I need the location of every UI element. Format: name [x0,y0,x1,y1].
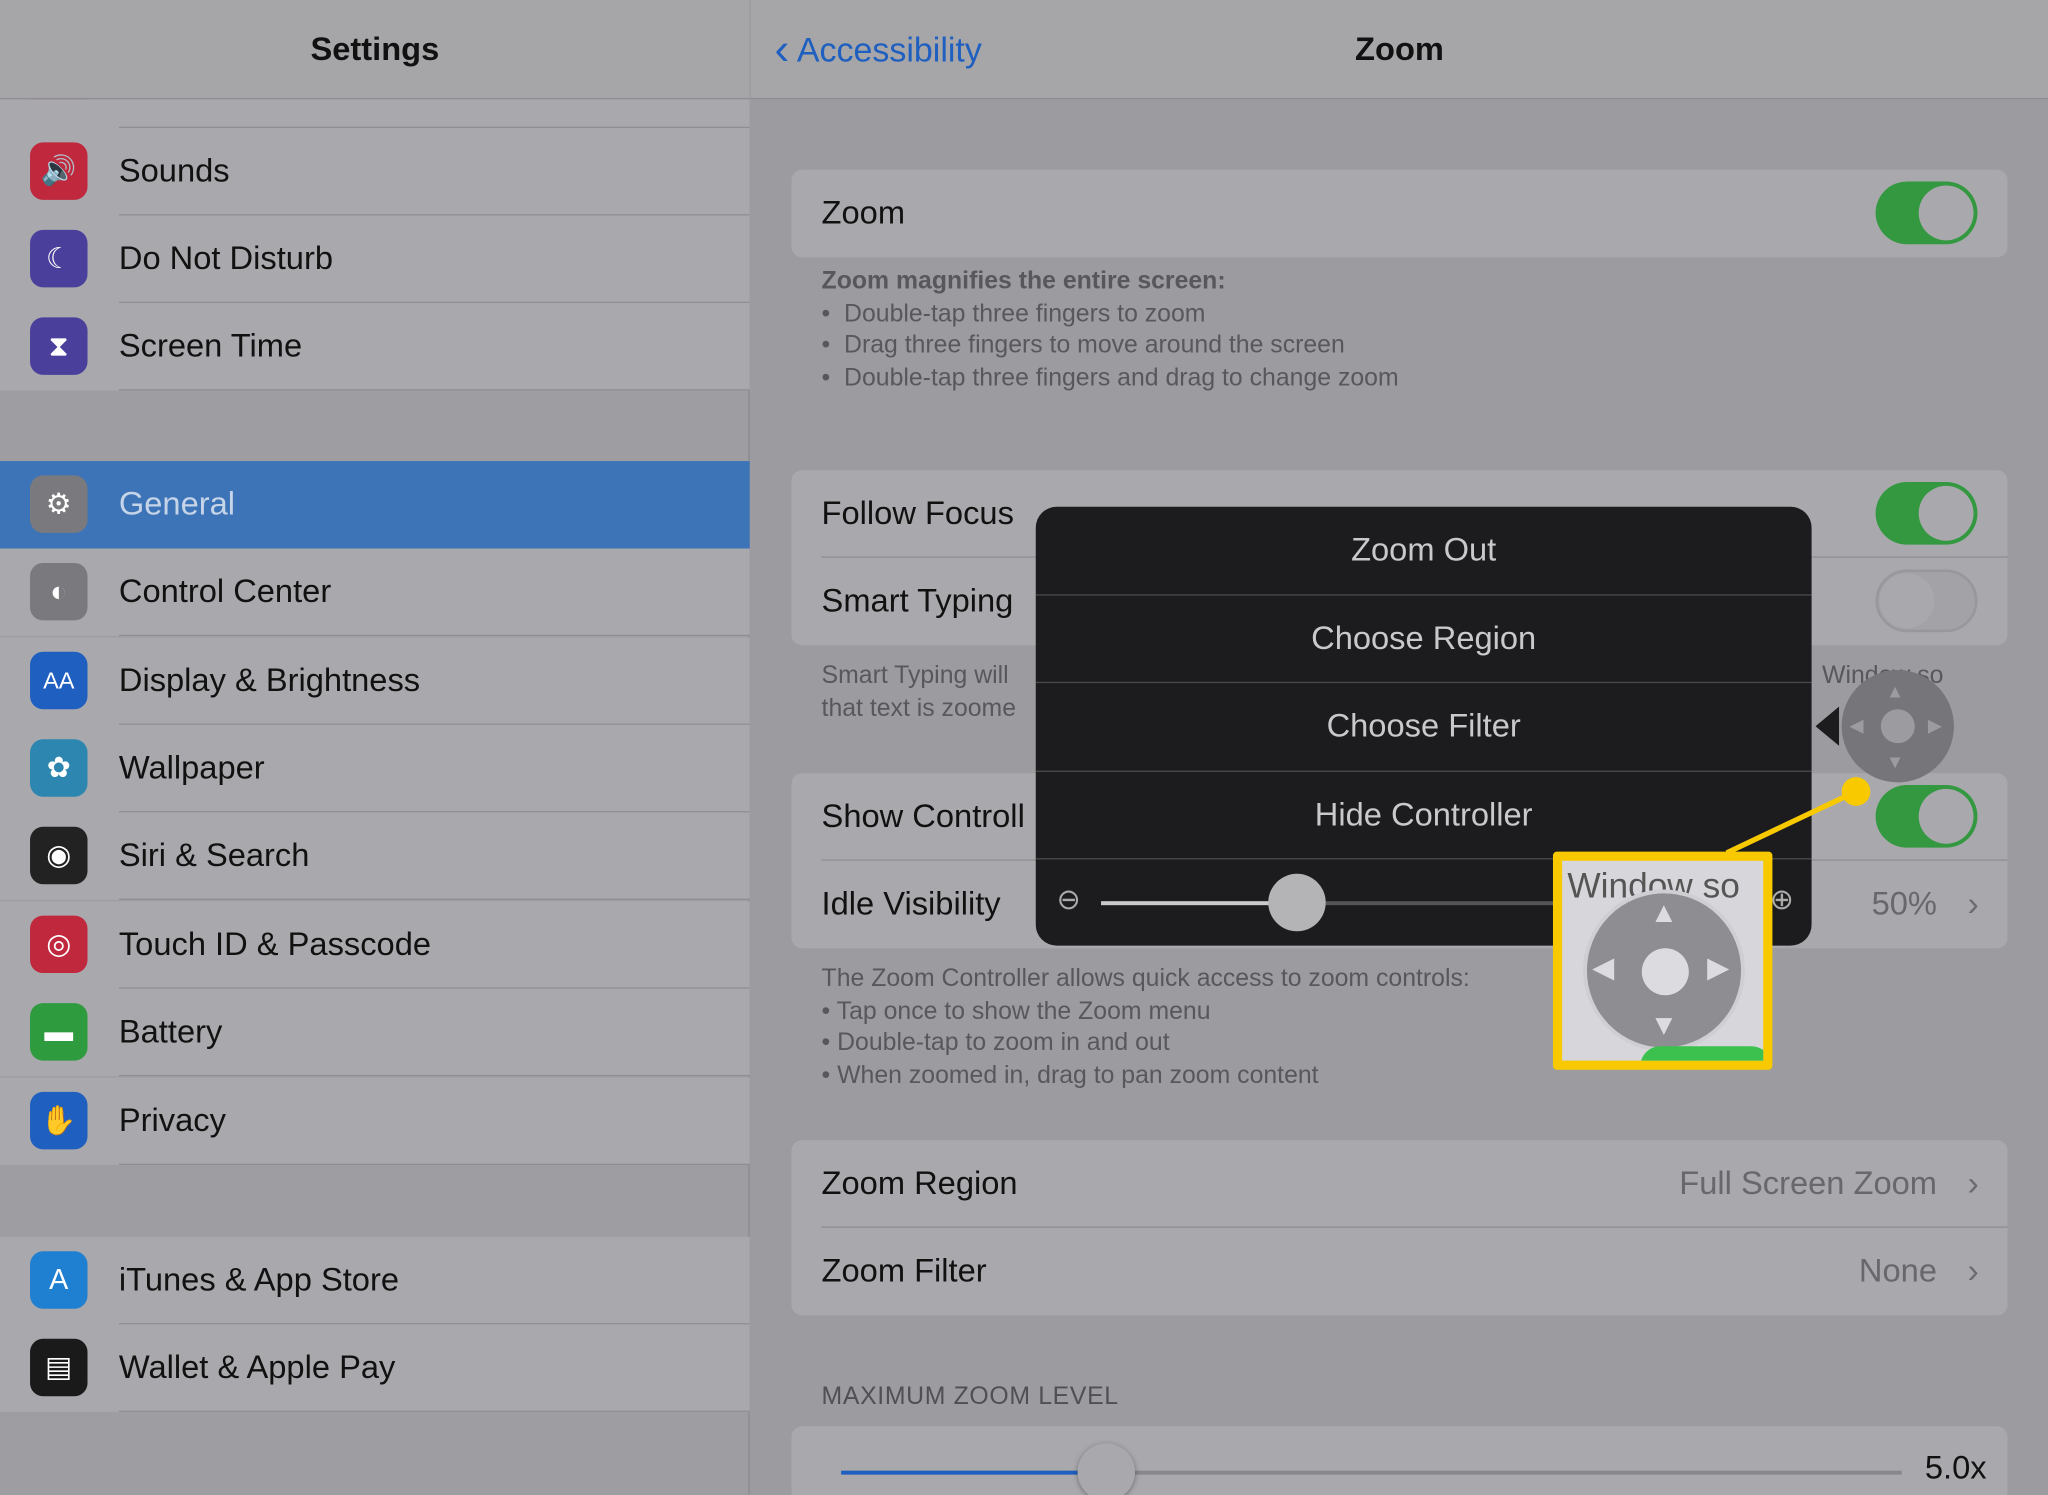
callout-magnified-controller: Window so ▲ ▼ ◀ ▶ [1552,851,1773,1070]
callout-line [1725,777,1871,856]
controller-magnified: ▲ ▼ ◀ ▶ [1583,889,1745,1052]
